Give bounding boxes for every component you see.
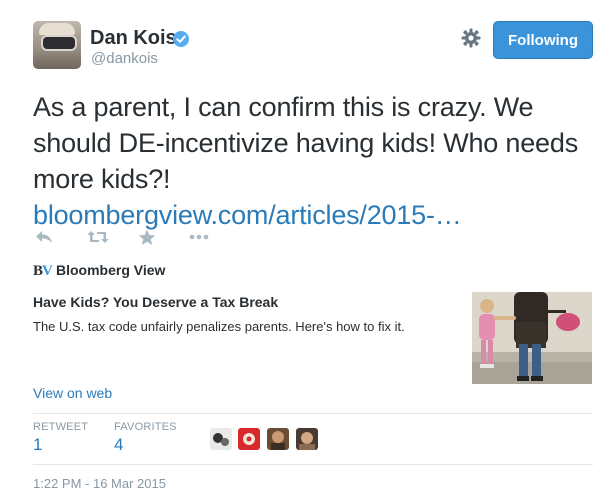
retweet-label: RETWEET	[33, 421, 89, 433]
tweet-link[interactable]: bloombergview.com/articles/2015-…	[33, 197, 593, 233]
verified-badge-icon	[173, 31, 189, 47]
more-dots-icon[interactable]	[189, 234, 209, 240]
tweet-body: As a parent, I can confirm this is crazy…	[33, 92, 578, 194]
card-thumbnail-photo	[472, 292, 592, 384]
bloomberg-view-logo: BV	[33, 263, 53, 279]
gear-icon[interactable]	[461, 28, 481, 48]
retweet-icon[interactable]	[87, 229, 109, 245]
favoriter-avatar[interactable]	[296, 428, 318, 450]
favoriter-avatar[interactable]	[238, 428, 260, 450]
retweet-count[interactable]: 1	[33, 435, 88, 455]
favoriter-avatar[interactable]	[210, 428, 232, 450]
following-button[interactable]: Following	[493, 21, 593, 59]
favorite-star-icon[interactable]	[138, 229, 156, 246]
favorites-label: FAVORITES	[114, 421, 177, 433]
tweet-timestamp[interactable]: 1:22 PM - 16 Mar 2015	[33, 476, 166, 491]
card-source-name[interactable]: Bloomberg View	[56, 262, 165, 278]
author-name[interactable]: Dan Kois	[90, 27, 177, 50]
favoriter-avatar[interactable]	[267, 428, 289, 450]
retweet-stat[interactable]: RETWEET 1	[33, 421, 88, 455]
author-handle[interactable]: @dankois	[91, 50, 158, 67]
card-title[interactable]: Have Kids? You Deserve a Tax Break	[33, 294, 278, 310]
favorites-count[interactable]: 4	[114, 435, 177, 455]
divider-top	[33, 413, 593, 414]
favorites-stat[interactable]: FAVORITES 4	[114, 421, 177, 455]
view-on-web-link[interactable]: View on web	[33, 385, 112, 401]
tweet-text: As a parent, I can confirm this is crazy…	[33, 89, 593, 233]
card-thumbnail[interactable]	[472, 292, 592, 384]
reply-icon[interactable]	[35, 229, 53, 245]
divider-bottom	[33, 464, 593, 465]
card-description: The U.S. tax code unfairly penalizes par…	[33, 319, 405, 334]
author-avatar[interactable]	[33, 21, 81, 69]
